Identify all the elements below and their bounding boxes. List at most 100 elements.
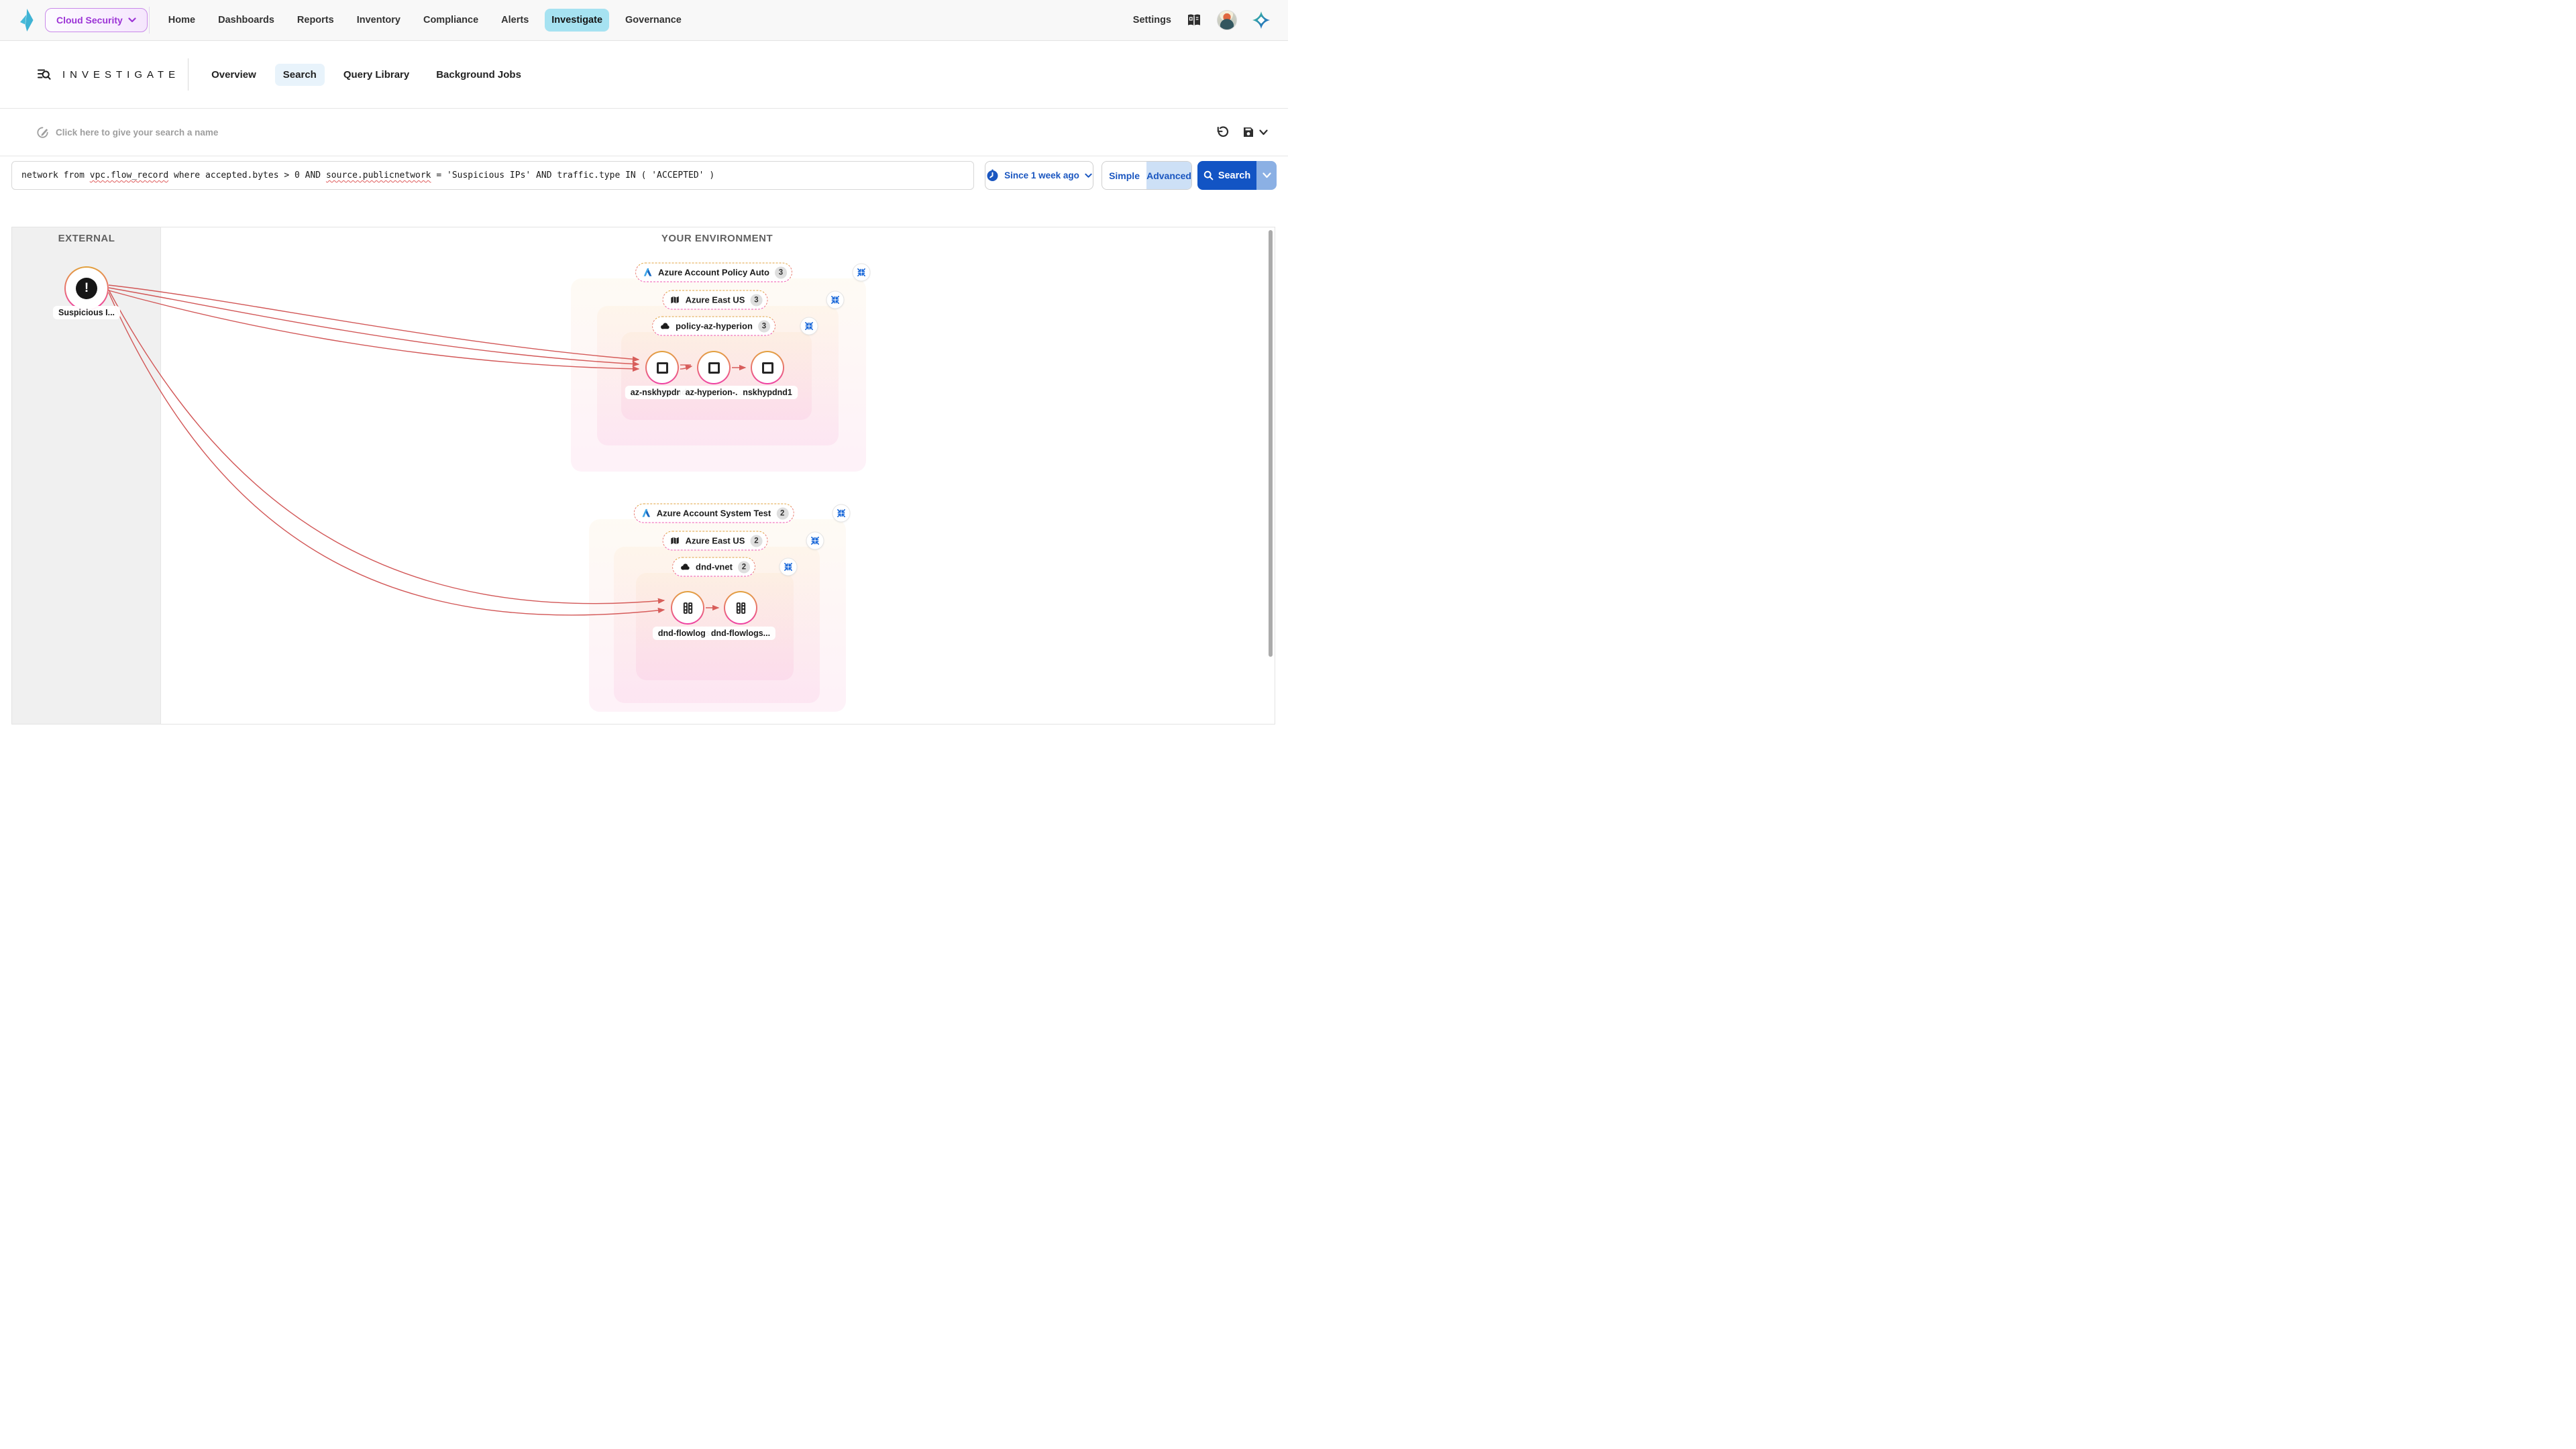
region-group-pill[interactable]: Azure East US 2 xyxy=(663,531,768,551)
tab-background-jobs[interactable]: Background Jobs xyxy=(428,64,529,86)
search-button[interactable]: Search xyxy=(1197,161,1256,190)
time-range-label: Since 1 week ago xyxy=(1004,170,1079,180)
node-label: Suspicious I... xyxy=(53,306,120,319)
vm-icon xyxy=(762,362,773,374)
page-title: INVESTIGATE xyxy=(62,69,180,80)
external-zone-title: EXTERNAL xyxy=(58,233,115,244)
chevron-down-icon xyxy=(1085,173,1092,178)
title-divider xyxy=(188,58,189,91)
collapse-region-button[interactable] xyxy=(826,291,845,309)
nav-item-governance[interactable]: Governance xyxy=(619,9,688,32)
query-text: = 'Suspicious IPs' AND traffic.type IN (… xyxy=(431,170,715,180)
collapse-account-button[interactable] xyxy=(833,504,851,523)
nav-item-reports[interactable]: Reports xyxy=(290,9,341,32)
product-switcher-dropdown[interactable]: Cloud Security xyxy=(45,8,148,32)
suspicious-ip-node[interactable]: ! xyxy=(64,266,109,311)
region-group-pill[interactable]: Azure East US 3 xyxy=(663,290,768,310)
tab-search[interactable]: Search xyxy=(275,64,325,86)
search-split-button: Search xyxy=(1197,161,1277,190)
flowlog-node[interactable] xyxy=(671,591,704,625)
nav-item-inventory[interactable]: Inventory xyxy=(350,9,407,32)
search-name-row: Click here to give your search a name xyxy=(0,109,1288,156)
collapse-region-button[interactable] xyxy=(806,532,824,550)
account-group-pill[interactable]: Azure Account Policy Auto 3 xyxy=(635,263,792,282)
nav-item-alerts[interactable]: Alerts xyxy=(494,9,535,32)
attack-path-graph[interactable]: EXTERNAL YOUR ENVIRONMENT xyxy=(11,227,1275,724)
account-group-pill[interactable]: Azure Account System Test 2 xyxy=(634,504,794,523)
search-name-placeholder: Click here to give your search a name xyxy=(56,127,218,138)
save-icon[interactable] xyxy=(1242,125,1268,139)
edit-pencil-icon xyxy=(36,126,49,139)
docs-book-icon[interactable] xyxy=(1186,13,1202,28)
uptycs-logo[interactable] xyxy=(18,8,36,32)
search-button-label: Search xyxy=(1218,170,1250,181)
time-range-dropdown[interactable]: Since 1 week ago xyxy=(985,161,1093,190)
flowlog-node[interactable] xyxy=(724,591,757,625)
vertical-scrollbar[interactable] xyxy=(1269,230,1273,657)
nav-item-compliance[interactable]: Compliance xyxy=(417,9,485,32)
tab-overview[interactable]: Overview xyxy=(203,64,264,86)
settings-button[interactable]: Settings xyxy=(1133,15,1171,25)
count-badge: 3 xyxy=(758,320,770,332)
flowlog-columns-icon xyxy=(682,602,694,614)
search-icon xyxy=(1203,170,1214,180)
search-options-chevron[interactable] xyxy=(1256,161,1277,190)
count-badge: 3 xyxy=(750,294,762,306)
count-badge: 3 xyxy=(775,266,787,278)
cloud-icon xyxy=(659,322,670,331)
tab-query-library[interactable]: Query Library xyxy=(335,64,417,86)
count-badge: 2 xyxy=(738,561,750,573)
product-switcher-label: Cloud Security xyxy=(56,15,123,25)
cloud-icon xyxy=(680,563,690,572)
azure-icon xyxy=(643,268,653,278)
query-text: where accepted.bytes > 0 AND xyxy=(168,170,326,180)
node-label: nskhypdnd1 xyxy=(737,386,798,399)
nav-item-dashboards[interactable]: Dashboards xyxy=(211,9,281,32)
mode-advanced-button[interactable]: Advanced xyxy=(1146,162,1191,189)
node-label: dnd-flowlogs... xyxy=(706,627,775,640)
nav-item-investigate[interactable]: Investigate xyxy=(545,9,609,32)
vm-node[interactable] xyxy=(645,351,679,384)
query-text-flagged: source.publicnetwork xyxy=(326,170,431,180)
search-name-input[interactable]: Click here to give your search a name xyxy=(36,126,218,139)
save-menu-chevron-icon[interactable] xyxy=(1259,129,1268,136)
collapse-account-button[interactable] xyxy=(853,264,871,282)
collapse-vnet-button[interactable] xyxy=(780,558,798,576)
nav-right-actions: Settings xyxy=(1133,10,1271,30)
collapse-vnet-button[interactable] xyxy=(800,317,818,335)
user-avatar[interactable] xyxy=(1217,10,1237,30)
flowlog-columns-icon xyxy=(735,602,747,614)
vm-node[interactable] xyxy=(697,351,731,384)
top-navbar: Cloud Security Home Dashboards Reports I… xyxy=(0,0,1288,41)
undo-icon[interactable] xyxy=(1216,125,1230,140)
vnet-group-pill[interactable]: dnd-vnet 2 xyxy=(672,557,755,577)
vm-node[interactable] xyxy=(751,351,784,384)
count-badge: 2 xyxy=(750,535,762,547)
query-input[interactable]: network from vpc.flow_record where accep… xyxy=(11,161,974,190)
cloud-security-app: Cloud Security Home Dashboards Reports I… xyxy=(0,0,1288,724)
main-nav: Home Dashboards Reports Inventory Compli… xyxy=(162,9,688,32)
vm-icon xyxy=(708,362,720,374)
mode-simple-button[interactable]: Simple xyxy=(1102,162,1146,189)
azure-icon xyxy=(641,508,651,519)
vnet-group-pill[interactable]: policy-az-hyperion 3 xyxy=(652,317,775,336)
investigate-header-bar: INVESTIGATE Overview Search Query Librar… xyxy=(0,41,1288,109)
investigate-search-icon xyxy=(36,67,52,83)
search-name-actions xyxy=(1216,125,1268,140)
chevron-down-icon xyxy=(128,17,136,23)
ai-sparkle-icon[interactable] xyxy=(1252,11,1271,30)
environment-zone-title: YOUR ENVIRONMENT xyxy=(661,233,773,244)
region-icon xyxy=(670,536,680,546)
clock-icon xyxy=(986,169,999,182)
query-mode-toggle: Simple Advanced xyxy=(1102,161,1192,190)
investigate-tabs: Overview Search Query Library Background… xyxy=(203,64,529,86)
query-text: network from xyxy=(21,170,90,180)
nav-item-home[interactable]: Home xyxy=(162,9,202,32)
nav-divider xyxy=(149,7,150,34)
alert-icon: ! xyxy=(76,278,97,299)
query-row: network from vpc.flow_record where accep… xyxy=(0,156,1288,227)
query-text-flagged: vpc.flow_record xyxy=(90,170,168,180)
count-badge: 2 xyxy=(776,507,788,519)
region-icon xyxy=(670,295,680,305)
vm-icon xyxy=(657,362,668,374)
